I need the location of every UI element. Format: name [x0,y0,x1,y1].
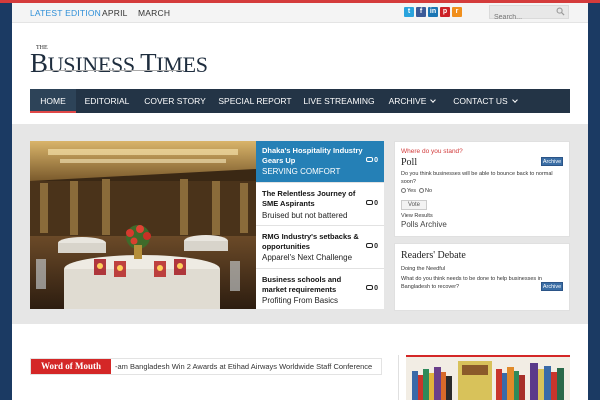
view-results-link[interactable]: View Results [401,212,433,220]
page-container: LATEST EDITION APRIL MARCH t f in p r TH… [12,3,588,400]
twitter-icon[interactable]: t [404,7,414,17]
nav-item-live-streaming[interactable]: LIVE STREAMING [298,89,380,113]
linkedin-icon[interactable]: in [428,7,438,17]
featured-title: The Relentless Journey of SME Aspirants [262,189,356,208]
comment-icon [366,243,374,248]
main-nav: HOME EDITORIAL COVER STORY SPECIAL REPOR… [30,89,570,113]
chevron-down-icon [511,97,518,103]
poll-options: Yes No [401,187,432,195]
readers-debate-widget: Readers' Debate Doing the Needful What d… [394,243,570,311]
featured-item[interactable]: The Relentless Journey of SME Aspirants … [256,183,384,226]
logo-rule [44,70,184,71]
debate-title: Readers' Debate [401,250,466,261]
nav-item-archive[interactable]: ARCHIVE [382,89,442,113]
site-logo[interactable]: THE BUSINESS TIMES [30,43,208,78]
comment-count: 0 [366,200,378,207]
polls-archive-link[interactable]: Polls Archive [401,220,447,230]
featured-title: Dhaka's Hospitality Industry Gears Up [262,146,363,165]
bookshelf-photo [406,357,570,400]
featured-subtitle: Bruised but not battered [262,211,348,220]
comment-count: 0 [366,243,378,250]
nav-item-cover-story[interactable]: COVER STORY [138,89,212,113]
search-input[interactable] [490,11,554,24]
nav-item-contact-us[interactable]: CONTACT US [444,89,526,113]
featured-subtitle: Apparel's Next Challenge [262,253,353,262]
facebook-icon[interactable]: f [416,7,426,17]
comment-icon [366,157,374,162]
poll-widget: Where do you stand? Poll Archive Do you … [394,141,570,237]
comment-count: 0 [366,157,378,164]
comment-icon [366,285,374,290]
nav-item-editorial[interactable]: EDITORIAL [78,89,136,113]
pinterest-icon[interactable]: p [440,7,450,17]
featured-title: Business schools and market requirements [262,275,342,294]
top-link-latest-edition[interactable]: LATEST EDITION [30,8,101,18]
top-link-april[interactable]: APRIL [102,8,128,18]
top-bar: LATEST EDITION APRIL MARCH t f in p r [12,3,588,24]
vote-button[interactable]: Vote [401,200,427,210]
search-box [489,5,569,24]
poll-option-yes-radio[interactable] [401,188,406,194]
books-image[interactable] [406,355,570,400]
comment-count: 0 [366,285,378,292]
poll-question: Do you think businesses will be able to … [401,171,553,185]
featured-item[interactable]: Dhaka's Hospitality Industry Gears Up SE… [256,141,384,183]
nav-item-special-report[interactable]: SPECIAL REPORT [214,89,296,113]
chevron-down-icon [430,97,437,103]
ticker-text[interactable]: -am Bangladesh Win 2 Awards at Etihad Ai… [115,362,381,371]
poll-option-no-radio[interactable] [419,188,425,194]
banquet-hall-photo [30,141,256,309]
featured-image[interactable] [30,141,256,309]
rss-icon[interactable]: r [452,7,462,17]
debate-archive-button[interactable]: Archive [541,282,563,291]
poll-header: Where do you stand? [401,148,463,155]
top-link-march[interactable]: MARCH [138,8,170,18]
featured-item[interactable]: RMG Industry's setbacks & opportunities … [256,226,384,269]
featured-item[interactable]: Business schools and market requirements… [256,269,384,309]
featured-title: RMG Industry's setbacks & opportunities [262,232,359,251]
nav-item-home[interactable]: HOME [30,89,76,113]
word-of-mouth-label: Word of Mouth [31,359,111,374]
logo-wordmark: BUSINESS TIMES [30,48,208,78]
poll-archive-button[interactable]: Archive [541,157,563,166]
comment-icon [366,200,374,205]
poll-title: Poll [401,157,418,168]
column-divider [398,355,399,400]
featured-list: Dhaka's Hospitality Industry Gears Up SE… [256,141,384,309]
featured-subtitle: Profiting From Basics [262,296,339,305]
debate-subhead: Doing the Needful [401,266,446,272]
word-of-mouth-ticker: Word of Mouth -am Bangladesh Win 2 Award… [30,358,382,375]
debate-question: What do you think needs to be done to he… [401,276,542,290]
featured-subtitle: SERVING COMFORT [262,167,341,176]
search-icon[interactable] [556,7,565,16]
